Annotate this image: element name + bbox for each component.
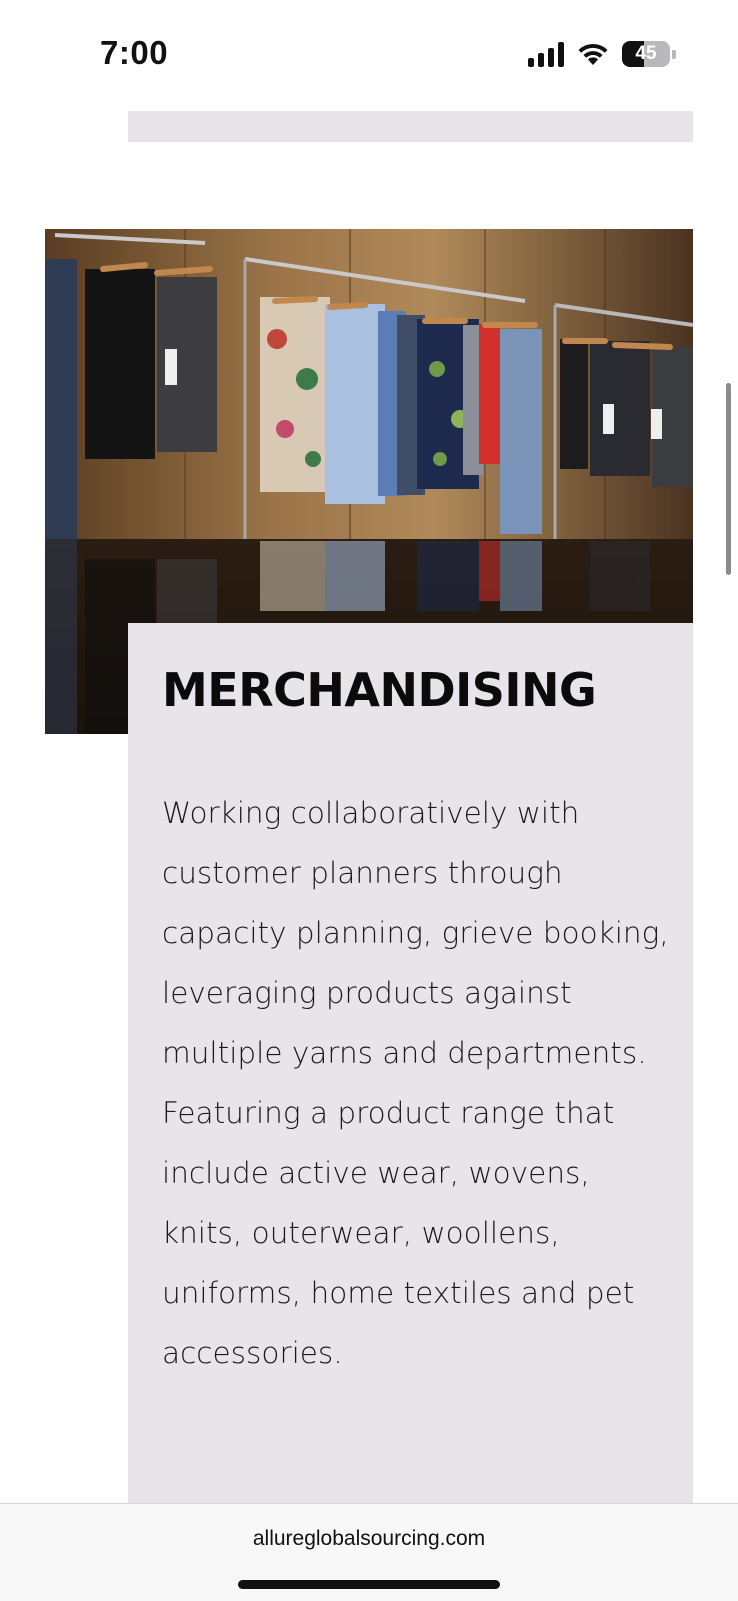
- section-heading: MERCHANDISING: [162, 663, 597, 717]
- merchandising-section: MERCHANDISING Working collaboratively wi…: [128, 623, 693, 1503]
- status-bar: 7:00 45: [0, 0, 738, 108]
- wifi-icon: [578, 43, 608, 65]
- url-text[interactable]: allureglobalsourcing.com: [0, 1527, 738, 1551]
- section-description: Working collaboratively with customer pl…: [162, 796, 669, 1370]
- battery-icon: 45: [622, 41, 670, 67]
- battery-percent: 45: [635, 43, 657, 64]
- scrollbar-thumb[interactable]: [726, 383, 731, 575]
- home-indicator[interactable]: [238, 1580, 500, 1589]
- status-time: 7:00: [100, 34, 169, 71]
- previous-section-panel: [128, 111, 693, 142]
- cellular-signal-icon: [528, 41, 564, 67]
- browser-address-bar[interactable]: allureglobalsourcing.com: [0, 1503, 738, 1601]
- status-icons: 45: [528, 40, 676, 68]
- battery-cap: [672, 49, 676, 59]
